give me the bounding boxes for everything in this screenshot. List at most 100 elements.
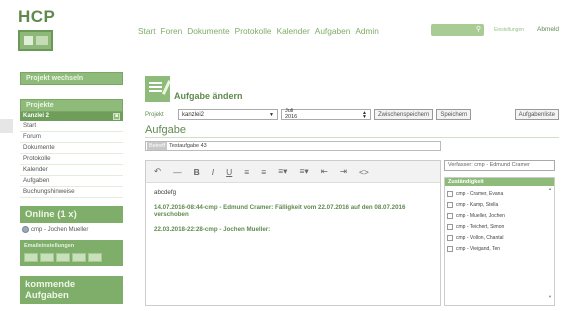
projekt-select[interactable]: kanzlei2 ▼ — [178, 109, 278, 120]
assignee-name: cmp - Teichert, Simon — [456, 223, 505, 230]
editor-log-entry: 22.03.2018-22:28-cmp - Jochen Mueller: — [154, 225, 271, 233]
sidebar: Projekt wechseln Projekte Kanzlei 2 ■ St… — [20, 72, 123, 304]
sidebar-item-forum[interactable]: Forum — [20, 132, 123, 143]
email-settings-title: Emaileinstellungen — [24, 243, 75, 249]
verfasser-field: Verfasser: cmp - Edmund Cramer — [444, 160, 555, 171]
nav-protokolle[interactable]: Protokolle — [235, 26, 272, 36]
editor-log-entry: 14.07.2016-08:44-cmp - Edmund Cramer: Fä… — [154, 203, 406, 219]
horizontal-rule-icon[interactable]: — — [173, 167, 182, 177]
assignee-checkbox[interactable] — [447, 234, 453, 241]
search-icon[interactable]: ⚲ — [476, 25, 481, 35]
assignee-item[interactable]: cmp - Teichert, Simon — [445, 221, 554, 232]
email-option-icon[interactable] — [72, 253, 86, 262]
zustaendigkeit-panel: Zuständigkeit ▲ cmp - Cramer, Evana cmp … — [444, 177, 555, 306]
user-icon — [22, 226, 29, 233]
assignee-checkbox[interactable] — [447, 212, 453, 219]
subject-field[interactable]: Betreff Testaufgabe 43 — [145, 141, 441, 151]
nav-kalender[interactable]: Kalender — [277, 26, 310, 36]
project-menu-icon[interactable]: ■ — [113, 113, 120, 120]
projekt-select-value: kanzlei2 — [182, 111, 205, 118]
assignee-name: cmp - Cramer, Evana — [456, 190, 504, 197]
email-settings-icons — [24, 253, 119, 262]
scroll-up-icon[interactable]: ▲ — [548, 186, 552, 191]
source-code-icon[interactable]: <> — [359, 167, 369, 177]
undo-icon[interactable]: ↶ — [154, 166, 161, 177]
date-select-value: Juli 2016 — [285, 108, 297, 120]
align-left-icon[interactable]: ≡ — [244, 167, 249, 177]
speichern-button[interactable]: Speichern — [436, 109, 472, 120]
outdent-icon[interactable]: ⇤ — [321, 166, 328, 177]
main-nav: Start Foren Dokumente Protokolle Kalende… — [138, 26, 379, 36]
spinner-icon: ▲ ▼ — [362, 109, 367, 120]
editor-text: abcdefg — [154, 189, 177, 196]
sidebar-item-aufgaben[interactable]: Aufgaben — [20, 176, 123, 187]
email-option-icon[interactable] — [88, 253, 102, 262]
underline-icon[interactable]: U — [226, 167, 232, 177]
assignee-checkbox[interactable] — [447, 201, 453, 208]
assignee-item[interactable]: cmp - Vollon, Chantal — [445, 232, 554, 243]
date-select[interactable]: Juli 2016 ▲ ▼ — [281, 108, 371, 120]
sidebar-item-start[interactable]: Start — [20, 121, 123, 132]
numbered-list-icon[interactable]: ≡▾ — [299, 166, 308, 177]
abmelden-link[interactable]: Abmeld — [537, 26, 559, 33]
nav-admin[interactable]: Admin — [355, 26, 379, 36]
page-title: Aufgabe ändern — [174, 91, 243, 101]
sidebar-item-buchungshinweise[interactable]: Buchungshinweise — [20, 187, 123, 198]
subject-prefix: Betreff — [147, 142, 168, 150]
bold-icon[interactable]: B — [194, 167, 200, 177]
online-header: Online (1 x) — [20, 206, 123, 223]
zwischenspeichern-button[interactable]: Zwischenspeichern — [374, 109, 434, 120]
assignee-checkbox[interactable] — [447, 223, 453, 230]
scroll-down-icon[interactable]: ▼ — [548, 294, 552, 299]
assignee-name: cmp - Vollon, Chantal — [456, 234, 504, 241]
indent-icon[interactable]: ⇥ — [340, 166, 347, 177]
nav-foren[interactable]: Foren — [161, 26, 183, 36]
projekte-header: Projekte — [20, 99, 123, 112]
subject-value: Testaufgabe 43 — [169, 143, 207, 149]
chevron-down-icon: ▼ — [269, 111, 274, 118]
assignee-item[interactable]: cmp - Cramer, Evana — [445, 188, 554, 199]
projekt-wechseln-header[interactable]: Projekt wechseln — [20, 72, 123, 85]
kommende-aufgaben-header[interactable]: kommende Aufgaben — [20, 276, 123, 304]
assignee-checkbox[interactable] — [447, 190, 453, 197]
main-content: Aufgabe ändern Projekt kanzlei2 ▼ Juli 2… — [145, 72, 559, 306]
aufgabenliste-button[interactable]: Aufgabenliste — [514, 109, 559, 120]
assignee-item[interactable]: cmp - Vieigand, Ten — [445, 243, 554, 254]
sidebar-item-kalender[interactable]: Kalender — [20, 165, 123, 176]
page-header: Aufgabe ändern — [145, 72, 559, 102]
assignee-name: cmp - Vieigand, Ten — [456, 245, 501, 252]
nav-aufgaben[interactable]: Aufgaben — [315, 26, 351, 36]
assignee-item[interactable]: cmp - Kamp, Stella — [445, 199, 554, 210]
italic-icon[interactable]: I — [212, 167, 214, 177]
sidebar-item-protokolle[interactable]: Protokolle — [20, 154, 123, 165]
task-toolbar: Projekt kanzlei2 ▼ Juli 2016 ▲ ▼ Zwischen… — [145, 108, 559, 121]
zustaendigkeit-title: Zuständigkeit — [445, 178, 554, 186]
search-input[interactable]: ⚲ — [431, 24, 484, 36]
sidebar-item-dokumente[interactable]: Dokumente — [20, 143, 123, 154]
bullet-list-icon[interactable]: ≡▾ — [278, 166, 287, 177]
nav-start[interactable]: Start — [138, 26, 156, 36]
email-option-icon[interactable] — [56, 253, 70, 262]
logo-image — [18, 30, 53, 51]
projekt-label: Projekt — [145, 111, 164, 118]
email-option-icon[interactable] — [40, 253, 54, 262]
selected-project-label: Kanzlei 2 — [23, 113, 50, 119]
assignee-list: cmp - Cramer, Evana cmp - Kamp, Stella c… — [445, 186, 554, 254]
einstellungen-link[interactable]: Einstellungen — [494, 27, 524, 33]
assignee-checkbox[interactable] — [447, 245, 453, 252]
selected-project[interactable]: Kanzlei 2 ■ — [20, 112, 123, 121]
online-user-name: cmp - Jochen Mueller — [31, 226, 89, 233]
editor-toolbar: ↶ — B I U ≡ ≡ ≡▾ ≡▾ ⇤ ⇥ <> — [146, 161, 440, 183]
editor-content[interactable]: abcdefg 14.07.2016-08:44-cmp - Edmund Cr… — [146, 183, 440, 246]
logo[interactable]: HCP — [18, 8, 58, 51]
nav-dokumente[interactable]: Dokumente — [187, 26, 229, 36]
logo-text: HCP — [18, 7, 56, 26]
align-center-icon[interactable]: ≡ — [261, 167, 266, 177]
project-menu: Start Forum Dokumente Protokolle Kalende… — [20, 121, 123, 198]
email-option-icon[interactable] — [24, 253, 38, 262]
assignee-item[interactable]: cmp - Mueller, Jochen — [445, 210, 554, 221]
aufgabe-section-title: Aufgabe — [145, 124, 559, 138]
edit-document-icon — [145, 76, 170, 102]
online-user[interactable]: cmp - Jochen Mueller — [20, 223, 123, 236]
rich-text-editor[interactable]: ↶ — B I U ≡ ≡ ≡▾ ≡▾ ⇤ ⇥ <> abcdefg 14.07… — [145, 160, 441, 306]
